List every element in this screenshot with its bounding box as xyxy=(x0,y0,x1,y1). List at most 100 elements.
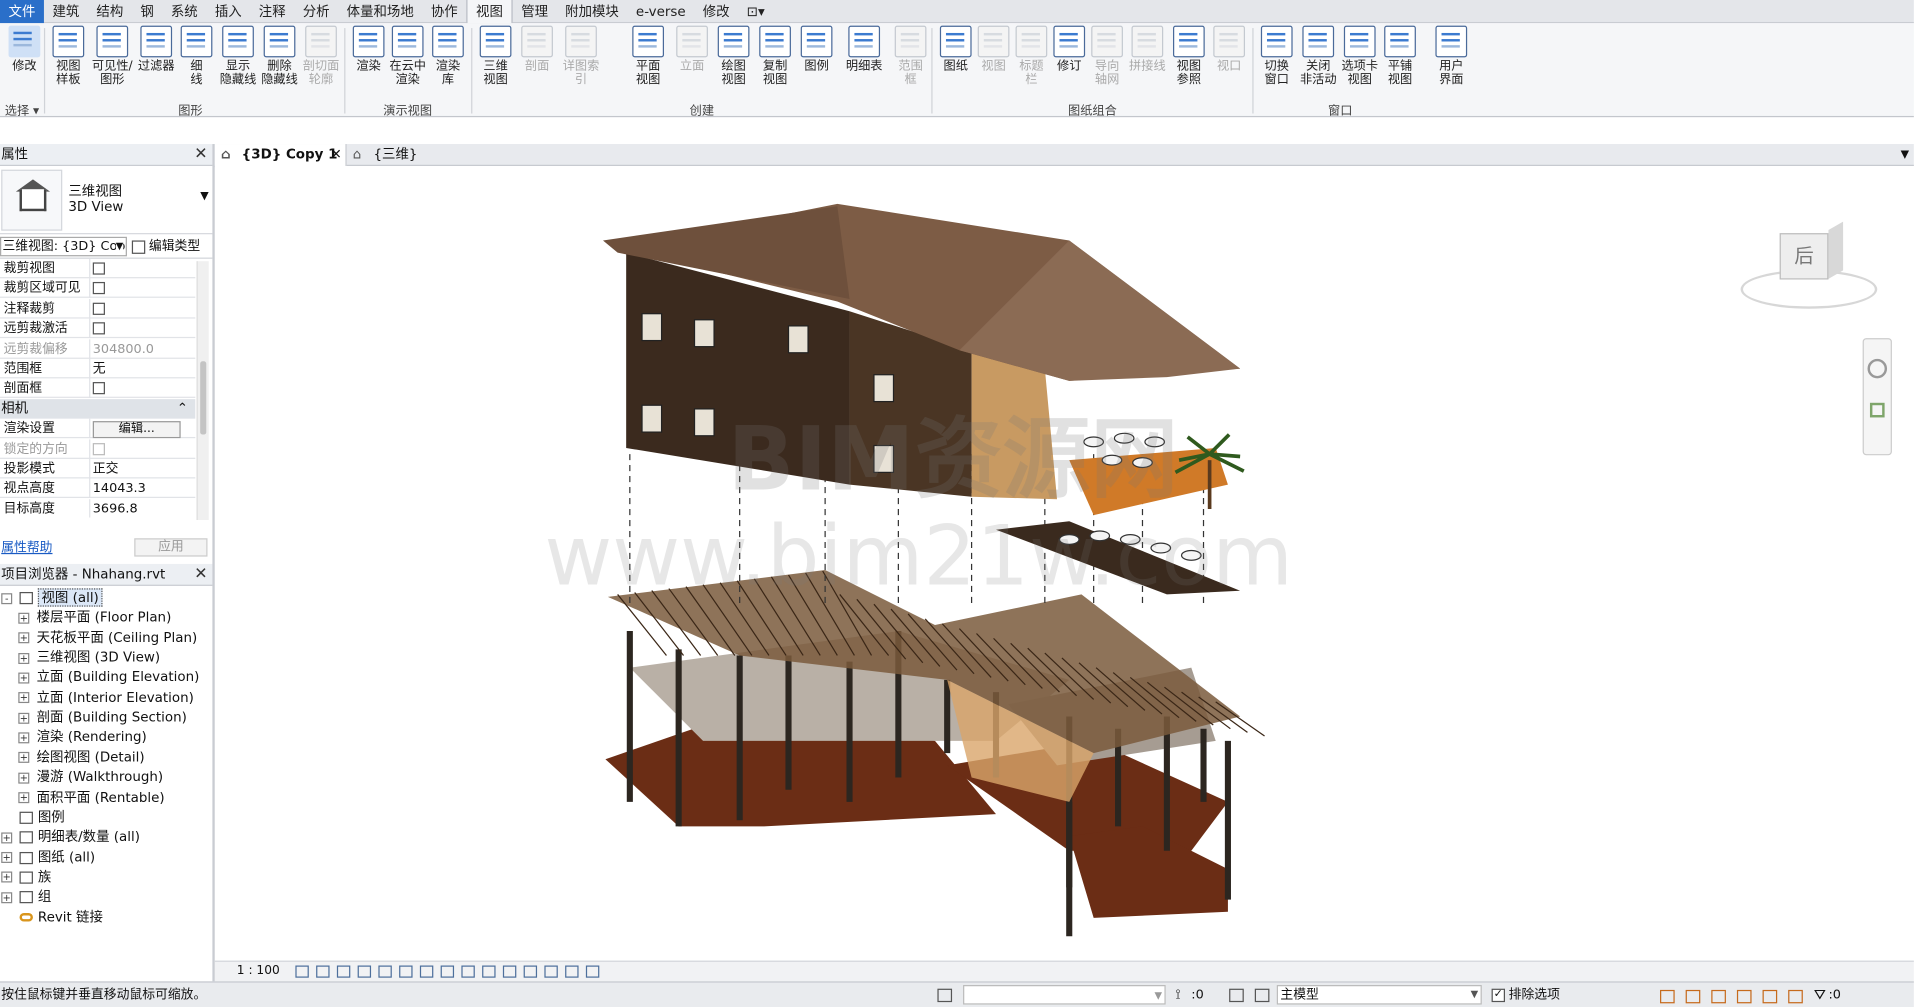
browser-node[interactable]: + 明细表/数量 (all) xyxy=(1,828,140,848)
ribbon-button-4[interactable]: 细 线 xyxy=(175,25,219,87)
ribbon-button-15[interactable]: 立面 xyxy=(670,25,714,74)
steering-wheel-icon[interactable] xyxy=(1867,358,1888,379)
close-icon[interactable]: ✕ xyxy=(194,564,207,586)
chevron-down-icon[interactable]: ▼ xyxy=(200,190,208,202)
filter-icon[interactable]: ⛛ xyxy=(1814,983,1826,1007)
expand-icon[interactable]: + xyxy=(1,852,13,864)
browser-node[interactable]: + 立面 (Building Elevation) xyxy=(18,668,199,688)
view-control-icon[interactable] xyxy=(523,965,538,978)
browser-node[interactable]: + 组 xyxy=(1,888,51,908)
design-option-dropdown[interactable]: 主模型 ▼ xyxy=(1276,985,1482,1005)
collapse-icon[interactable]: ⌃ xyxy=(177,399,188,419)
expand-icon[interactable]: + xyxy=(1,871,13,883)
view-control-icon[interactable] xyxy=(585,965,600,978)
ribbon-button-12[interactable]: 剖面 xyxy=(515,25,559,74)
render-settings-edit-button[interactable]: 编辑... xyxy=(92,421,181,439)
browser-node[interactable]: + 楼层平面 (Floor Plan) xyxy=(18,608,171,628)
ribbon-button-11[interactable]: 三维 视图 xyxy=(474,25,518,87)
expand-icon[interactable]: + xyxy=(18,632,30,644)
tabs-menu-icon[interactable]: ▼ xyxy=(1901,144,1909,166)
ribbon-button-28[interactable]: 视口 xyxy=(1207,25,1251,74)
view-control-icon[interactable] xyxy=(378,965,392,978)
ribbon-button-13[interactable]: 详图索引 xyxy=(559,25,603,87)
view-control-icon[interactable] xyxy=(316,965,330,978)
expand-icon[interactable]: + xyxy=(18,732,30,744)
property-value[interactable]: 14043.3 xyxy=(89,478,194,499)
menu-tab-1[interactable]: 建筑 xyxy=(44,0,88,23)
view-control-icon[interactable] xyxy=(461,965,475,978)
menu-tab-7[interactable]: 分析 xyxy=(294,0,338,23)
view-control-icon[interactable] xyxy=(482,965,496,978)
menu-tab-13[interactable]: e-verse xyxy=(627,0,694,23)
ribbon-button-32[interactable]: 平铺 视图 xyxy=(1378,25,1422,87)
selection-option-icon[interactable] xyxy=(1660,989,1675,1004)
ribbon-button-6[interactable]: 删除 隐藏线 xyxy=(258,25,302,87)
expand-icon[interactable]: + xyxy=(18,652,30,664)
ribbon-button-2[interactable]: 可见性/ 图形 xyxy=(90,25,134,87)
property-value[interactable]: 编辑... xyxy=(89,418,194,439)
exclude-options-checkbox[interactable]: ✓ xyxy=(1491,988,1505,1003)
expand-icon[interactable]: + xyxy=(1,832,13,844)
browser-node[interactable]: + 渲染 (Rendering) xyxy=(18,728,147,748)
ribbon-button-8[interactable]: 渲染 xyxy=(347,25,391,74)
document-tab[interactable]: ⌂ {3D} Copy 1 ✕ xyxy=(214,144,347,167)
edit-type-button[interactable]: 编辑类型 xyxy=(131,237,200,257)
view-control-icon[interactable] xyxy=(502,965,517,978)
ribbon-button-20[interactable]: 范围 框 xyxy=(889,25,933,87)
close-tab-icon[interactable]: ✕ xyxy=(331,144,342,166)
menu-tab-0[interactable]: 文件 xyxy=(0,0,44,23)
ribbon-button-18[interactable]: 图例 xyxy=(795,25,839,74)
type-selector[interactable]: 三维视图 3D View ▼ xyxy=(0,166,213,235)
workset-dropdown[interactable]: ▼ xyxy=(963,985,1166,1005)
expand-icon[interactable]: + xyxy=(18,712,30,724)
browser-node[interactable]: + 三维视图 (3D View) xyxy=(18,648,160,668)
ribbon-button-29[interactable]: 切换 窗口 xyxy=(1255,25,1299,87)
ribbon-button-1[interactable]: 视图 样板 xyxy=(46,25,90,87)
ribbon-button-14[interactable]: 平面 视图 xyxy=(626,25,670,87)
active-workset-icon[interactable] xyxy=(1254,988,1270,1003)
view-control-icon[interactable] xyxy=(544,965,558,978)
view-control-icon[interactable] xyxy=(295,965,309,978)
ribbon-button-9[interactable]: 在云中 渲染 xyxy=(386,25,430,87)
menu-tab-6[interactable]: 注释 xyxy=(250,0,294,23)
menu-tab-12[interactable]: 附加模块 xyxy=(557,0,628,23)
menu-tab-5[interactable]: 插入 xyxy=(206,0,250,23)
view-control-icon[interactable] xyxy=(565,965,579,978)
3d-viewport[interactable]: BIM资源网 www.bim21w.com 后 xyxy=(214,167,1914,961)
apply-button[interactable]: 应用 xyxy=(134,538,208,557)
viewcube[interactable]: 后 xyxy=(1740,221,1878,316)
browser-node[interactable]: + 族 xyxy=(1,868,51,888)
property-checkbox[interactable] xyxy=(92,322,105,335)
contextual-dropdown-icon[interactable]: ⊡▾ xyxy=(738,0,773,23)
ribbon-button-0[interactable]: 修改 xyxy=(2,25,46,74)
selection-option-icon[interactable] xyxy=(1788,989,1803,1004)
ribbon-button-7[interactable]: 剖切面 轮廓 xyxy=(299,25,343,87)
browser-node[interactable]: 图例 xyxy=(1,808,65,828)
browser-node[interactable]: - 视图 (all) xyxy=(1,588,103,608)
expand-icon[interactable]: + xyxy=(18,612,30,624)
property-value[interactable]: 无 xyxy=(89,358,194,379)
ribbon-button-31[interactable]: 选项卡 视图 xyxy=(1338,25,1382,87)
worksets-icon[interactable] xyxy=(937,988,953,1003)
view-control-icon[interactable] xyxy=(419,965,434,978)
ribbon-button-33[interactable]: 用户 界面 xyxy=(1429,25,1473,87)
view-control-icon[interactable] xyxy=(440,965,455,978)
property-checkbox[interactable] xyxy=(92,282,105,295)
expand-icon[interactable]: + xyxy=(18,772,30,784)
ribbon-button-3[interactable]: 过滤器 xyxy=(134,25,178,74)
property-checkbox[interactable] xyxy=(92,382,105,395)
selection-option-icon[interactable] xyxy=(1711,989,1726,1004)
browser-node[interactable]: + 图纸 (all) xyxy=(1,848,95,868)
selection-option-icon[interactable] xyxy=(1685,989,1701,1004)
menu-tab-2[interactable]: 结构 xyxy=(88,0,132,23)
ribbon-button-16[interactable]: 绘图 视图 xyxy=(712,25,756,87)
property-section-camera[interactable]: 相机 ⌃ xyxy=(0,398,196,419)
browser-node[interactable]: + 剖面 (Building Section) xyxy=(18,708,187,728)
ribbon-button-30[interactable]: 关闭 非活动 xyxy=(1296,25,1340,87)
expand-icon[interactable]: + xyxy=(18,692,30,704)
viewcube-face[interactable]: 后 xyxy=(1779,233,1829,280)
menu-tab-3[interactable]: 钢 xyxy=(132,0,163,23)
expand-icon[interactable]: + xyxy=(18,792,30,804)
menu-tab-8[interactable]: 体量和场地 xyxy=(338,0,422,23)
selection-option-icon[interactable] xyxy=(1736,989,1752,1004)
